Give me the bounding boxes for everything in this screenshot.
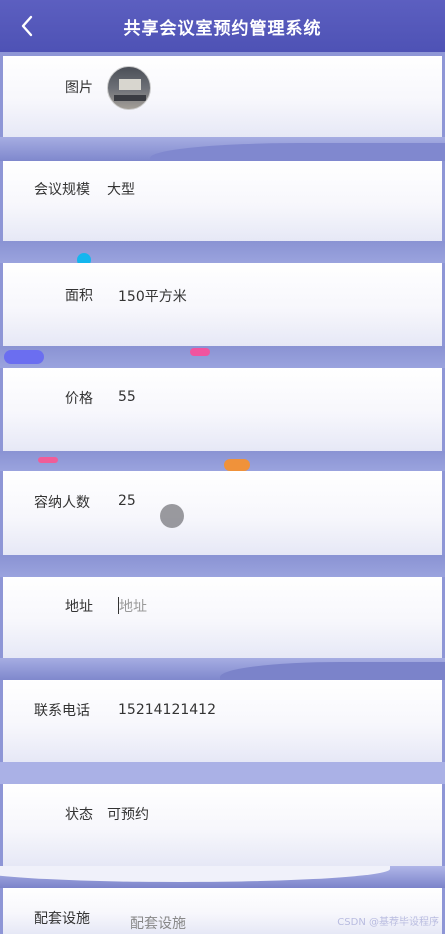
divider-band (0, 137, 445, 161)
scale-label: 会议规模 (34, 182, 90, 198)
chevron-left-icon (21, 15, 33, 37)
phone-label: 联系电话 (34, 703, 90, 719)
price-value[interactable]: 55 (118, 389, 136, 405)
app-header: 共享会议室预约管理系统 (0, 0, 445, 52)
decorative-shape (38, 457, 58, 463)
watermark: CSDN @基荐毕设程序 (337, 917, 439, 928)
divider-band (0, 658, 445, 680)
capacity-value[interactable]: 25 (118, 493, 136, 509)
meeting-room-thumbnail[interactable] (107, 66, 151, 110)
scale-value[interactable]: 大型 (107, 179, 135, 199)
status-value[interactable]: 可预约 (107, 804, 149, 824)
phone-value[interactable]: 15214121412 (118, 702, 216, 718)
room-table-shape (114, 95, 146, 101)
form-row-phone: 联系电话 15214121412 (3, 680, 442, 762)
divider-band (0, 241, 445, 263)
area-value[interactable]: 150平方米 (118, 286, 187, 306)
decorative-wave (0, 866, 390, 882)
page-title: 共享会议室预约管理系统 (123, 18, 322, 39)
address-label: 地址 (65, 599, 93, 615)
decorative-shape (190, 348, 210, 356)
decorative-dot (77, 253, 91, 263)
form-row-capacity: 容纳人数 25 (3, 471, 442, 555)
divider-band (0, 762, 445, 784)
divider-band (0, 866, 445, 888)
divider-band (0, 346, 445, 368)
divider-band (0, 451, 445, 471)
area-label: 面积 (65, 288, 93, 304)
form-row-status: 状态 可预约 (3, 784, 442, 866)
decorative-wave (220, 662, 445, 680)
decorative-shape (4, 350, 44, 364)
form-row-scale: 会议规模 大型 (3, 161, 442, 241)
form-row-area: 面积 150平方米 (3, 263, 442, 346)
status-label: 状态 (65, 807, 93, 823)
address-input[interactable]: 地址 (119, 596, 147, 616)
decorative-wave (150, 143, 445, 161)
decorative-shape (224, 459, 250, 471)
divider-band (0, 555, 445, 577)
facilities-input[interactable]: 配套设施 (130, 913, 186, 933)
form-row-address: 地址 地址 (3, 577, 442, 658)
room-screen-shape (119, 79, 141, 90)
facilities-label: 配套设施 (34, 911, 90, 927)
capacity-label: 容纳人数 (34, 495, 90, 511)
form-row-image: 图片 (3, 56, 442, 137)
price-label: 价格 (65, 391, 93, 407)
touch-indicator (160, 504, 184, 528)
form-row-price: 价格 55 (3, 368, 442, 451)
back-button[interactable] (14, 12, 40, 40)
image-label: 图片 (65, 80, 93, 96)
